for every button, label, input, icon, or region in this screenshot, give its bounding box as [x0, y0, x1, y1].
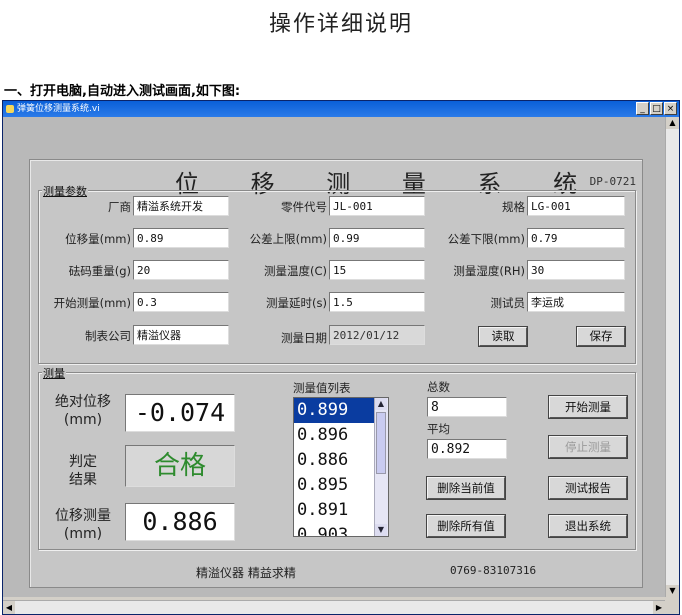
average-label: 平均 — [427, 422, 450, 436]
company-field[interactable]: 精溢仪器 — [133, 325, 229, 345]
list-item[interactable]: 0.896 — [294, 423, 374, 448]
date-label: 测量日期 — [281, 331, 327, 345]
weight-field[interactable]: 20 — [133, 260, 229, 280]
window-title: 弹簧位移测量系统.vi — [17, 104, 100, 114]
test-report-button[interactable]: 测试报告 — [549, 477, 627, 499]
displacement-measure-label: 位移测量 (mm) — [43, 507, 123, 543]
window-client-area: 位 移 测 量 系 统 DP-0721 测量参数 厂商 精溢系统开发 零件代号 … — [3, 117, 665, 597]
displacement-measure-display: 0.886 — [125, 503, 235, 541]
abs-displacement-label-line1: 绝对位移 — [55, 394, 111, 410]
list-item[interactable]: 0.895 — [294, 473, 374, 498]
spec-label: 规格 — [502, 200, 525, 214]
total-field: 8 — [427, 397, 507, 417]
tester-field[interactable]: 李运成 — [527, 292, 625, 312]
upper-tolerance-field[interactable]: 0.99 — [329, 228, 425, 248]
delay-field[interactable]: 1.5 — [329, 292, 425, 312]
displacement-field[interactable]: 0.89 — [133, 228, 229, 248]
window-titlebar[interactable]: 弹簧位移测量系统.vi _ □ × — [3, 101, 679, 117]
app-window: 弹簧位移测量系统.vi _ □ × 位 移 测 量 系 统 DP-0721 测量… — [2, 100, 680, 615]
section-heading: 一、打开电脑,自动进入测试画面,如下图: — [4, 84, 241, 99]
window-controls: _ □ × — [636, 102, 677, 115]
start-measure-button[interactable]: 开始测量 — [549, 396, 627, 418]
list-scrollbar[interactable]: ▲ ▼ — [374, 398, 388, 536]
temperature-label: 测量温度(C) — [263, 264, 327, 278]
close-icon[interactable]: × — [664, 102, 677, 115]
save-button[interactable]: 保存 — [577, 327, 625, 346]
params-group: 测量参数 厂商 精溢系统开发 零件代号 JL-001 规格 LG-001 位移量… — [38, 183, 636, 364]
window-vertical-scrollbar[interactable]: ▲ ▼ — [665, 117, 679, 597]
delay-label: 测量延时(s) — [266, 296, 327, 310]
manufacturer-label: 厂商 — [108, 200, 131, 214]
delete-all-button[interactable]: 删除所有值 — [427, 515, 505, 537]
weight-label: 砝码重量(g) — [68, 264, 131, 278]
window-horizontal-scrollbar[interactable]: ◀ ▶ — [3, 600, 665, 614]
list-item[interactable]: 0.891 — [294, 498, 374, 523]
list-scroll-thumb[interactable] — [376, 412, 386, 474]
params-group-label: 测量参数 — [42, 183, 88, 199]
value-list-header: 测量值列表 — [293, 381, 351, 395]
tester-label: 测试员 — [490, 296, 526, 310]
scroll-up-icon[interactable]: ▲ — [375, 398, 387, 410]
displacement-measure-label-line2: (mm) — [63, 526, 103, 542]
temperature-field[interactable]: 15 — [329, 260, 425, 280]
scroll-down-icon[interactable]: ▼ — [666, 585, 679, 597]
company-label: 制表公司 — [85, 329, 131, 343]
abs-displacement-label: 绝对位移 (mm) — [43, 393, 123, 429]
average-field: 0.892 — [427, 439, 507, 459]
judge-label-line2: 结果 — [69, 472, 97, 488]
abs-displacement-display: -0.074 — [125, 394, 235, 432]
list-item[interactable]: 0.903 — [294, 523, 374, 536]
judge-label-line1: 判定 — [69, 454, 97, 470]
lower-tolerance-field[interactable]: 0.79 — [527, 228, 625, 248]
scroll-up-icon[interactable]: ▲ — [666, 117, 679, 129]
exit-system-button[interactable]: 退出系统 — [549, 515, 627, 537]
scroll-left-icon[interactable]: ◀ — [3, 601, 15, 614]
list-item[interactable]: 0.899 — [294, 398, 374, 423]
maximize-icon[interactable]: □ — [650, 102, 663, 115]
date-field: 2012/01/12 — [329, 325, 425, 345]
judge-label: 判定 结果 — [43, 453, 123, 489]
measure-group: 测量 绝对位移 (mm) -0.074 判定 结果 合格 位移测量 (mm) 0… — [38, 365, 636, 550]
scroll-right-icon[interactable]: ▶ — [653, 601, 665, 614]
start-position-field[interactable]: 0.3 — [133, 292, 229, 312]
delete-current-button[interactable]: 删除当前值 — [427, 477, 505, 499]
read-button[interactable]: 读取 — [479, 327, 527, 346]
footer-phone: 0769-83107316 — [450, 564, 537, 577]
part-code-label: 零件代号 — [281, 200, 327, 214]
list-item[interactable]: 0.886 — [294, 448, 374, 473]
judge-result-display: 合格 — [125, 445, 235, 487]
system-code: DP-0721 — [589, 175, 636, 188]
measure-group-label: 测量 — [42, 365, 66, 381]
displacement-label: 位移量(mm) — [65, 232, 131, 246]
start-position-label: 开始测量(mm) — [53, 296, 131, 310]
scroll-down-icon[interactable]: ▼ — [375, 524, 387, 536]
document-title: 操作详细说明 — [268, 12, 413, 37]
manufacturer-field[interactable]: 精溢系统开发 — [133, 196, 229, 216]
footer-slogan: 精溢仪器 精益求精 — [196, 566, 296, 580]
displacement-measure-label-line1: 位移测量 — [55, 508, 111, 524]
lower-tolerance-label: 公差下限(mm) — [447, 232, 525, 246]
abs-displacement-label-line2: (mm) — [63, 412, 103, 428]
upper-tolerance-label: 公差上限(mm) — [249, 232, 327, 246]
humidity-label: 测量湿度(RH) — [453, 264, 525, 278]
app-icon — [6, 105, 14, 113]
part-code-field[interactable]: JL-001 — [329, 196, 425, 216]
value-listbox[interactable]: 0.899 0.896 0.886 0.895 0.891 0.903 ▲ ▼ — [293, 397, 389, 537]
minimize-icon[interactable]: _ — [636, 102, 649, 115]
front-panel: 位 移 测 量 系 统 DP-0721 测量参数 厂商 精溢系统开发 零件代号 … — [29, 159, 643, 588]
humidity-field[interactable]: 30 — [527, 260, 625, 280]
spec-field[interactable]: LG-001 — [527, 196, 625, 216]
stop-measure-button[interactable]: 停止测量 — [549, 436, 627, 458]
total-label: 总数 — [427, 380, 450, 394]
